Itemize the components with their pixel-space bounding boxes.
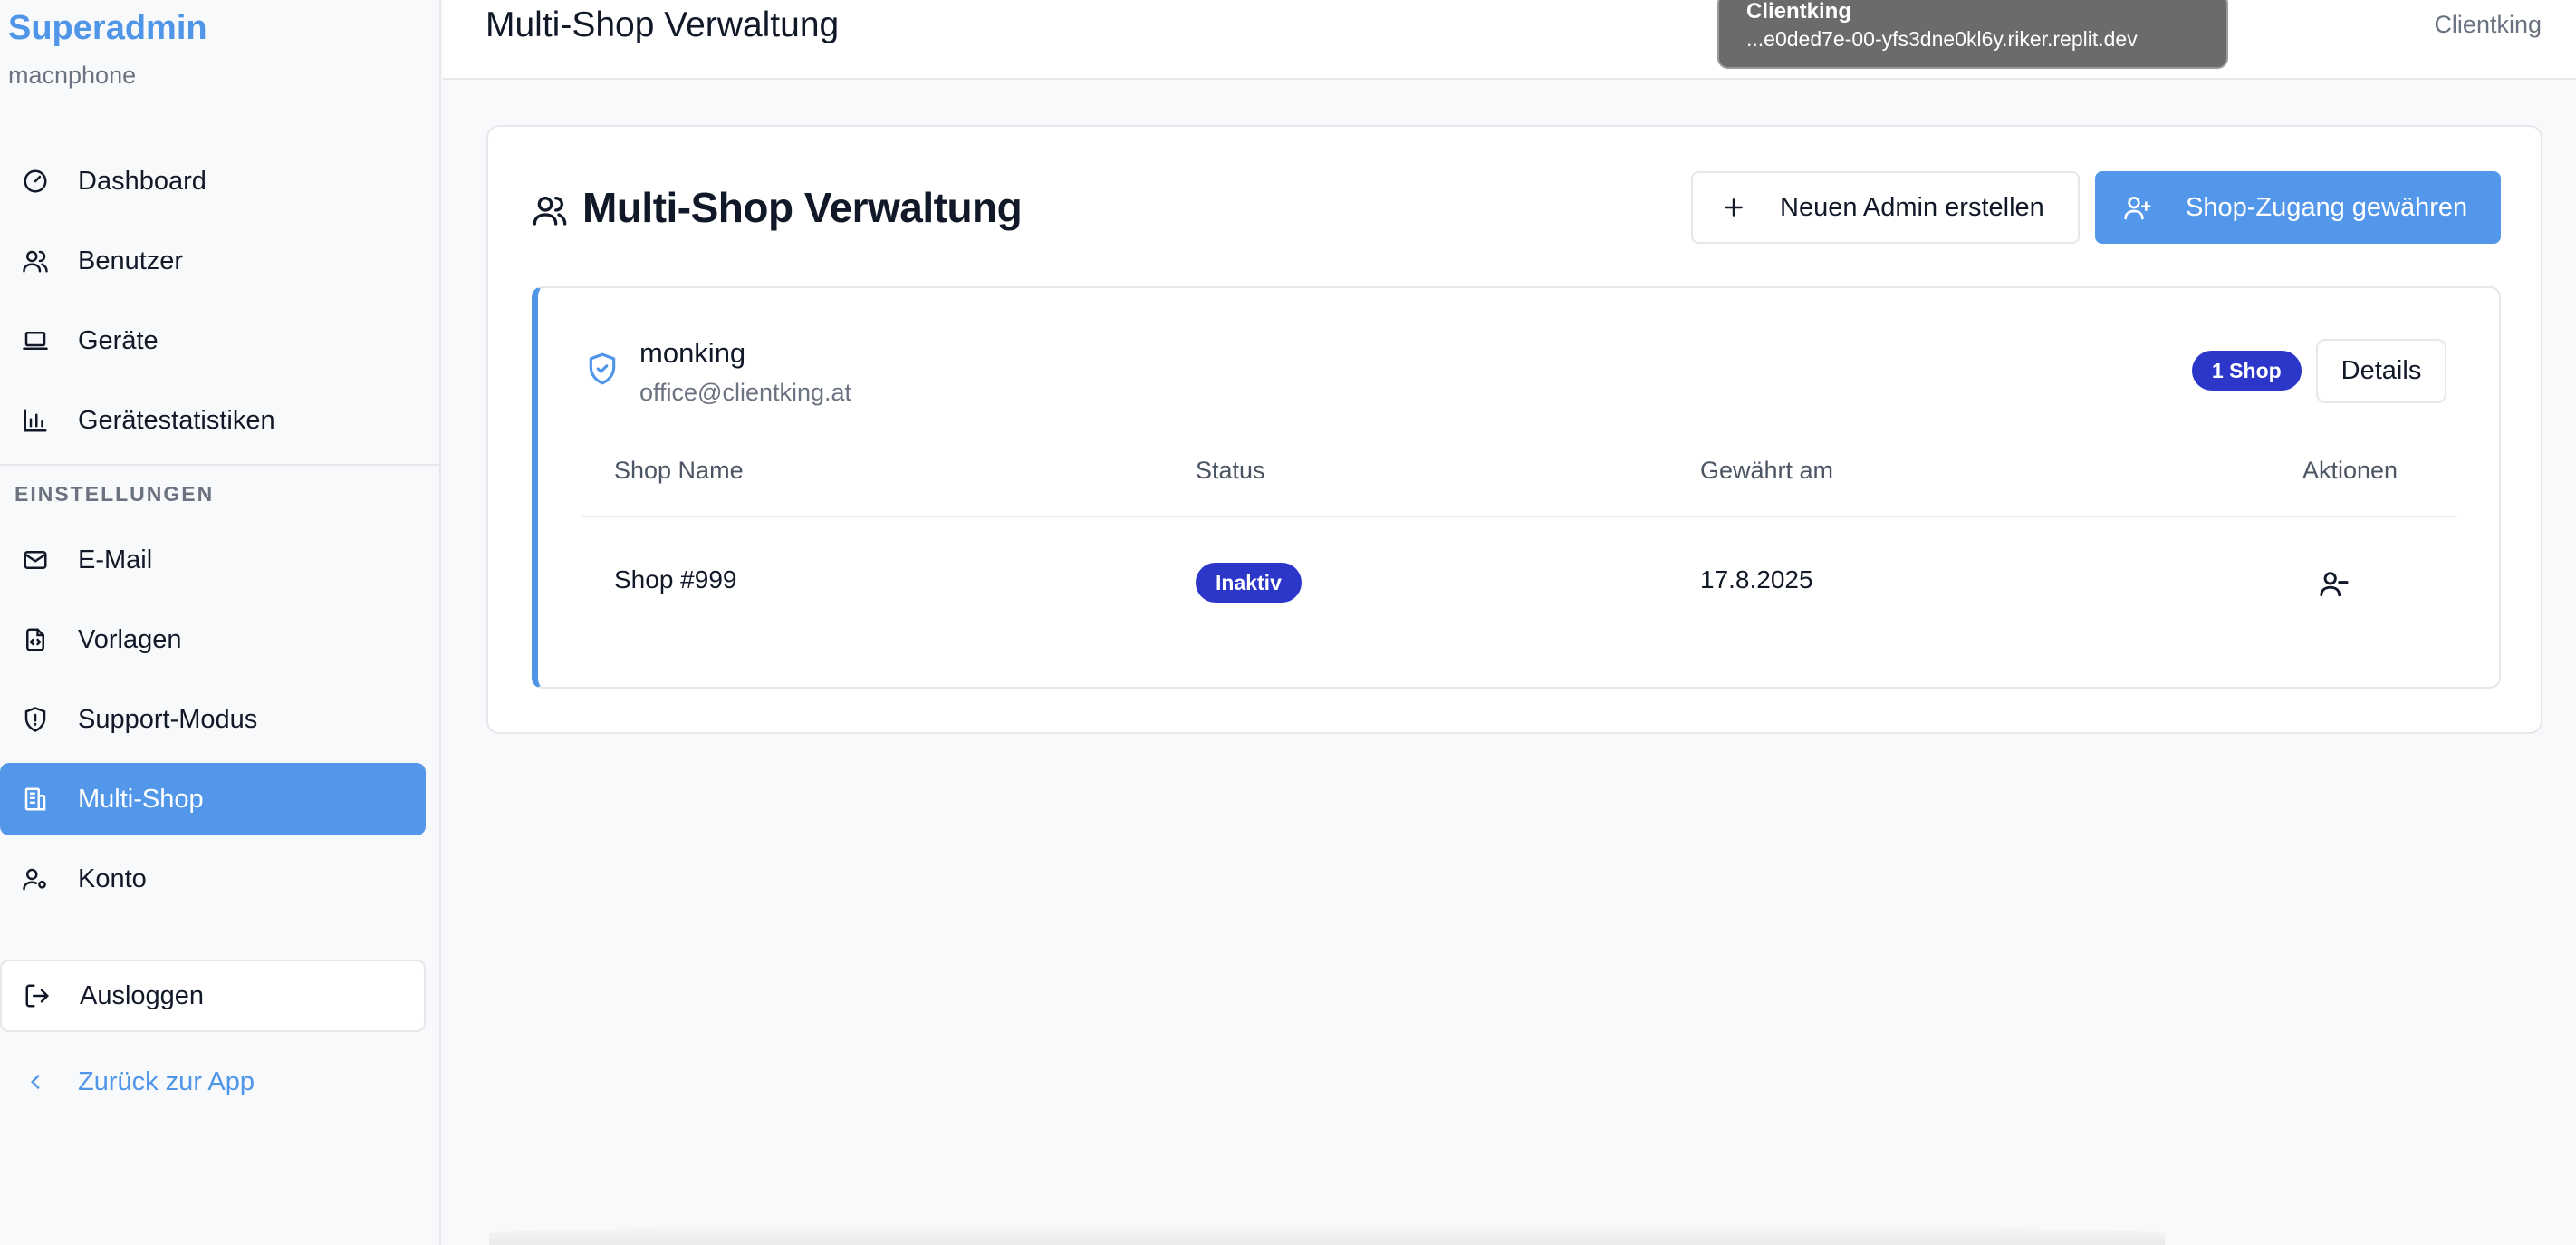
logout-icon <box>22 980 53 1011</box>
multi-shop-card: Multi-Shop Verwaltung Neuen Admin erstel… <box>486 125 2542 734</box>
tooltip-title: Clientking <box>1746 0 1852 24</box>
sidebar-item-label: Dashboard <box>78 166 207 196</box>
sidebar-item-multi-shop[interactable]: Multi-Shop <box>0 763 426 835</box>
bar-chart-icon <box>20 405 51 436</box>
new-admin-button[interactable]: Neuen Admin erstellen <box>1691 171 2080 244</box>
chevron-left-icon <box>20 1066 51 1097</box>
sidebar-item-support-modus[interactable]: Support-Modus <box>0 683 426 756</box>
user-plus-icon <box>2122 192 2153 223</box>
sidebar-item-label: Benutzer <box>78 246 184 275</box>
page-title: Multi-Shop Verwaltung <box>485 5 840 44</box>
sidebar-item-email[interactable]: E-Mail <box>0 524 426 596</box>
bottom-shadow <box>489 1223 2165 1245</box>
file-code-icon <box>20 624 51 655</box>
admin-card: monking office@clientking.at 1 Shop Deta… <box>532 286 2501 689</box>
sidebar: Superadmin macnphone Dashboard Benutzer … <box>0 0 441 1245</box>
sidebar-item-label: Geräte <box>78 325 159 355</box>
sidebar-item-label: Vorlagen <box>78 624 182 654</box>
logout-button[interactable]: Ausloggen <box>0 960 426 1032</box>
new-admin-label: Neuen Admin erstellen <box>1780 192 2044 222</box>
mail-icon <box>20 545 51 575</box>
sidebar-item-label: Support-Modus <box>78 704 258 734</box>
logout-label: Ausloggen <box>80 980 205 1010</box>
sidebar-divider <box>0 464 441 466</box>
section-label-einstellungen: EINSTELLUNGEN <box>14 482 215 506</box>
grant-shop-access-button[interactable]: Shop-Zugang gewähren <box>2095 171 2501 244</box>
building-icon <box>20 784 51 815</box>
sidebar-item-label: Konto <box>78 864 147 893</box>
sidebar-item-konto[interactable]: Konto <box>0 843 426 915</box>
back-label: Zurück zur App <box>78 1066 255 1096</box>
card-title: Multi-Shop Verwaltung <box>532 183 1023 232</box>
url-tooltip: Clientking ...e0ded7e-00-yfs3dne0kl6y.ri… <box>1717 0 2228 69</box>
brand-subtitle: macnphone <box>8 62 137 89</box>
table-divider <box>582 516 2457 517</box>
table-header-shop-name: Shop Name <box>614 457 744 484</box>
sidebar-item-dashboard[interactable]: Dashboard <box>0 145 426 217</box>
status-badge: Inaktiv <box>1196 563 1302 603</box>
users-icon <box>20 246 51 276</box>
cell-granted-date: 17.8.2025 <box>1700 565 1813 594</box>
shield-alert-icon <box>20 704 51 735</box>
admin-name: monking <box>639 337 746 369</box>
brand-title: Superadmin <box>8 9 207 47</box>
tooltip-url: ...e0ded7e-00-yfs3dne0kl6y.riker.replit.… <box>1746 27 2138 51</box>
user-minus-icon[interactable] <box>2318 567 2350 600</box>
sidebar-item-benutzer[interactable]: Benutzer <box>0 225 426 297</box>
table-header-actions: Aktionen <box>2302 457 2398 484</box>
sidebar-item-label: Multi-Shop <box>78 784 204 814</box>
sidebar-item-vorlagen[interactable]: Vorlagen <box>0 603 426 676</box>
gauge-icon <box>20 166 51 197</box>
table-header-granted: Gewährt am <box>1700 457 1834 484</box>
admin-email: office@clientking.at <box>639 379 852 406</box>
card-title-text: Multi-Shop Verwaltung <box>582 184 1023 231</box>
details-button[interactable]: Details <box>2316 339 2446 403</box>
sidebar-item-geraetestatistiken[interactable]: Gerätestatistiken <box>0 384 426 457</box>
sidebar-item-label: E-Mail <box>78 545 153 574</box>
laptop-icon <box>20 325 51 356</box>
sidebar-item-label: Gerätestatistiken <box>78 405 275 435</box>
header-tenant-name: Clientking <box>2434 11 2542 38</box>
shield-check-icon <box>585 352 620 386</box>
cell-shop-name: Shop #999 <box>614 565 737 594</box>
back-to-app-link[interactable]: Zurück zur App <box>0 1046 426 1118</box>
plus-icon <box>1720 194 1747 221</box>
grant-access-label: Shop-Zugang gewähren <box>2186 192 2468 222</box>
sidebar-item-geraete[interactable]: Geräte <box>0 304 426 377</box>
users-icon <box>532 189 568 226</box>
table-header-status: Status <box>1196 457 1265 484</box>
shop-count-badge: 1 Shop <box>2192 351 2302 391</box>
user-cog-icon <box>20 864 51 894</box>
top-header: Multi-Shop Verwaltung Clientking <box>443 0 2576 80</box>
